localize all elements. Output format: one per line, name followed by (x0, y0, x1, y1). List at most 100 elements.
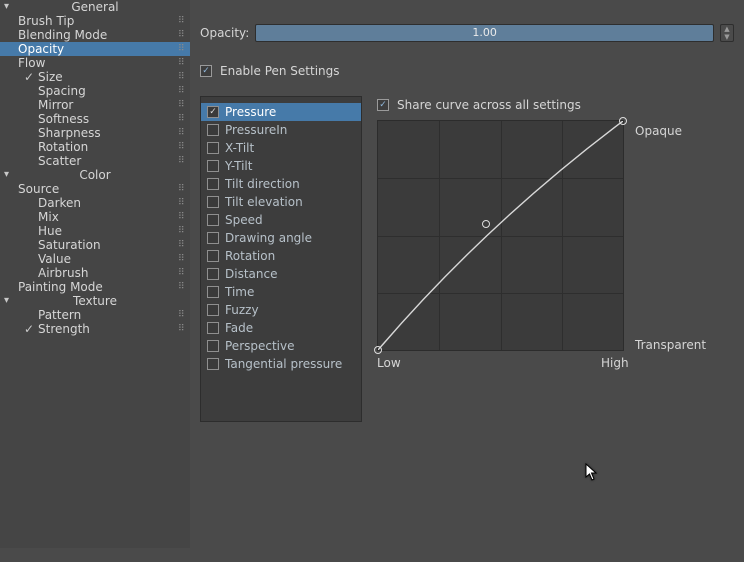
sensor-item-distance[interactable]: Distance (201, 265, 361, 283)
curve-handle-2[interactable] (619, 117, 627, 125)
sidebar-item-airbrush[interactable]: Airbrush⠿ (0, 266, 190, 280)
sidebar-item-label: Sharpness (38, 126, 101, 140)
share-curve-checkbox[interactable]: ✓ Share curve across all settings (377, 98, 581, 112)
sidebar-item-label: Painting Mode (18, 280, 103, 294)
sensor-item-tangential-pressure[interactable]: Tangential pressure (201, 355, 361, 373)
curve-editor[interactable] (377, 120, 624, 351)
sidebar-item-painting-mode[interactable]: Painting Mode ⠿ (0, 280, 190, 294)
lock-icon: ⠿ (178, 280, 186, 294)
sensor-item-perspective[interactable]: Perspective (201, 337, 361, 355)
opacity-spinbox[interactable]: ▲ ▼ (720, 24, 734, 42)
enable-pen-settings-checkbox[interactable]: ✓ Enable Pen Settings (200, 64, 340, 78)
sensor-item-label: Rotation (225, 249, 275, 263)
lock-icon: ⠿ (178, 14, 186, 28)
sensor-item-fade[interactable]: Fade (201, 319, 361, 337)
sensor-item-time[interactable]: Time (201, 283, 361, 301)
sensor-item-label: Distance (225, 267, 277, 281)
sensor-item-label: Fuzzy (225, 303, 259, 317)
sensor-item-speed[interactable]: Speed (201, 211, 361, 229)
sidebar-item-brush-tip[interactable]: Brush Tip ⠿ (0, 14, 190, 28)
sidebar-item-softness[interactable]: Softness⠿ (0, 112, 190, 126)
sidebar-item-blending-mode[interactable]: Blending Mode⠿ (0, 28, 190, 42)
sidebar-item-label: Value (38, 252, 71, 266)
checkbox-icon[interactable] (207, 178, 219, 190)
lock-icon: ⠿ (178, 210, 186, 224)
checkbox-icon[interactable] (207, 340, 219, 352)
sidebar-item-spacing[interactable]: Spacing⠿ (0, 84, 190, 98)
curve-handle-0[interactable] (374, 346, 382, 354)
sidebar-item-mix[interactable]: Mix⠿ (0, 210, 190, 224)
checkbox-icon[interactable] (207, 322, 219, 334)
sensor-item-label: Tangential pressure (225, 357, 342, 371)
curve-path (378, 121, 623, 350)
checkbox-icon[interactable] (207, 286, 219, 298)
sidebar-item-mirror[interactable]: Mirror⠿ (0, 98, 190, 112)
sidebar-category-color[interactable]: Color (0, 168, 190, 182)
sidebar-item-label: Saturation (38, 238, 101, 252)
spin-up-icon[interactable]: ▲ (721, 25, 733, 33)
sidebar-item-sharpness[interactable]: Sharpness⠿ (0, 126, 190, 140)
opacity-value: 1.00 (472, 26, 497, 39)
lock-icon: ⠿ (178, 70, 186, 84)
checkbox-icon[interactable] (207, 160, 219, 172)
lock-icon: ⠿ (178, 308, 186, 322)
sidebar-item-strength[interactable]: ✓Strength⠿ (0, 322, 190, 336)
sensor-list: ✓ Pressure PressureIn X-Tilt Y-Tilt Tilt dire… (200, 96, 362, 422)
checkbox-icon[interactable] (207, 358, 219, 370)
sidebar-item-flow[interactable]: Flow⠿ (0, 56, 190, 70)
sensor-item-pressure[interactable]: ✓ Pressure (201, 103, 361, 121)
sidebar-item-label: Mirror (38, 98, 73, 112)
opacity-options-panel: Opacity: 1.00 ▲ ▼ ✓ Enable Pen Settings … (190, 0, 744, 562)
sidebar-item-label: Flow (18, 56, 45, 70)
sidebar-item-label: Brush Tip (18, 14, 74, 28)
sensor-item-label: Drawing angle (225, 231, 312, 245)
opacity-slider-label: Opacity: (200, 26, 249, 40)
sensor-item-tilt-direction[interactable]: Tilt direction (201, 175, 361, 193)
checkbox-icon[interactable] (207, 232, 219, 244)
checkbox-icon[interactable] (207, 214, 219, 226)
sidebar-item-value[interactable]: Value ⠿ (0, 252, 190, 266)
sensor-item-drawing-angle[interactable]: Drawing angle (201, 229, 361, 247)
sensor-item-x-tilt[interactable]: X-Tilt (201, 139, 361, 157)
lock-icon: ⠿ (178, 84, 186, 98)
sensor-item-label: Tilt elevation (225, 195, 303, 209)
lock-icon: ⠿ (178, 112, 186, 126)
sensor-item-label: Y-Tilt (225, 159, 252, 173)
lock-icon: ⠿ (178, 238, 186, 252)
sidebar-item-hue[interactable]: Hue⠿ (0, 224, 190, 238)
checkbox-icon[interactable] (207, 304, 219, 316)
sidebar-item-pattern[interactable]: Pattern⠿ (0, 308, 190, 322)
sidebar-item-saturation[interactable]: Saturation ⠿ (0, 238, 190, 252)
sidebar-category-texture[interactable]: Texture (0, 294, 190, 308)
curve-handle-1[interactable] (482, 220, 490, 228)
sidebar-category-general[interactable]: General (0, 0, 190, 14)
sensor-item-tilt-elevation[interactable]: Tilt elevation (201, 193, 361, 211)
checkbox-icon[interactable] (207, 124, 219, 136)
sensor-item-label: PressureIn (225, 123, 287, 137)
checkbox-icon[interactable] (207, 250, 219, 262)
spin-down-icon[interactable]: ▼ (721, 33, 733, 41)
lock-icon: ⠿ (178, 252, 186, 266)
sensor-item-rotation[interactable]: Rotation (201, 247, 361, 265)
lock-icon: ⠿ (178, 154, 186, 168)
sidebar-item-darken[interactable]: Darken⠿ (0, 196, 190, 210)
sensor-item-label: Pressure (225, 105, 276, 119)
sidebar-item-rotation[interactable]: Rotation⠿ (0, 140, 190, 154)
sensor-item-pressurein[interactable]: PressureIn (201, 121, 361, 139)
sidebar-item-scatter[interactable]: Scatter ⠿ (0, 154, 190, 168)
sidebar-item-opacity[interactable]: Opacity⠿ (0, 42, 190, 56)
checkbox-icon[interactable] (207, 142, 219, 154)
checkbox-icon[interactable] (207, 268, 219, 280)
checkbox-icon[interactable]: ✓ (207, 106, 219, 118)
lock-icon: ⠿ (178, 266, 186, 280)
curve-xaxis-right-label: High (601, 356, 629, 370)
checkbox-icon[interactable] (207, 196, 219, 208)
lock-icon: ⠿ (178, 182, 186, 196)
sidebar-item-label: Scatter (38, 154, 81, 168)
sensor-item-fuzzy[interactable]: Fuzzy (201, 301, 361, 319)
sidebar-item-size[interactable]: ✓Size⠿ (0, 70, 190, 84)
sensor-item-y-tilt[interactable]: Y-Tilt (201, 157, 361, 175)
sidebar-item-label: Size (38, 70, 63, 84)
sidebar-item-source[interactable]: Source⠿ (0, 182, 190, 196)
opacity-slider[interactable]: 1.00 (255, 24, 714, 42)
